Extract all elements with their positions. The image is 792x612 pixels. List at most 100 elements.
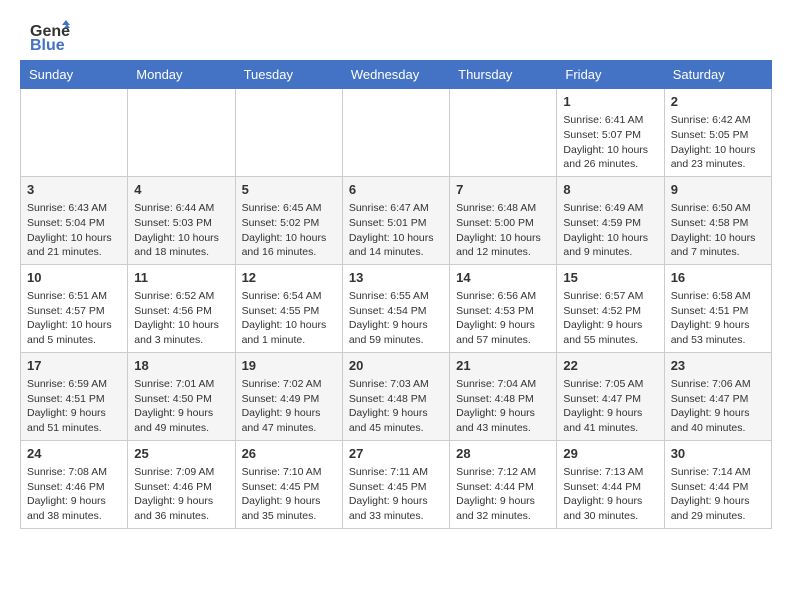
day-info: Daylight: 9 hours and 29 minutes. — [671, 494, 765, 523]
day-info: Daylight: 10 hours and 5 minutes. — [27, 318, 121, 347]
calendar-cell — [21, 89, 128, 177]
calendar-cell: 5 Sunrise: 6:45 AMSunset: 5:02 PMDaylight… — [235, 176, 342, 264]
day-number: 30 — [671, 445, 765, 463]
calendar-cell: 21 Sunrise: 7:04 AMSunset: 4:48 PMDayligh… — [450, 352, 557, 440]
day-info: Daylight: 9 hours and 33 minutes. — [349, 494, 443, 523]
day-info: Daylight: 10 hours and 26 minutes. — [563, 143, 657, 172]
week-row-4: 17Sunrise: 6:59 AMSunset: 4:51 PMDayligh… — [21, 352, 772, 440]
column-header-thursday: Thursday — [450, 61, 557, 89]
page-header: General Blue — [0, 0, 792, 60]
column-header-saturday: Saturday — [664, 61, 771, 89]
day-info: Sunrise: 6:45 AM — [242, 201, 336, 216]
day-info: Sunrise: 6:50 AM — [671, 201, 765, 216]
day-info: Daylight: 10 hours and 12 minutes. — [456, 231, 550, 260]
day-info: Sunset: 4:56 PM — [134, 304, 228, 319]
day-info: Sunset: 4:47 PM — [563, 392, 657, 407]
day-info: Daylight: 9 hours and 51 minutes. — [27, 406, 121, 435]
day-number: 6 — [349, 181, 443, 199]
day-info: Sunrise: 6:55 AM — [349, 289, 443, 304]
day-info: Sunset: 4:44 PM — [671, 480, 765, 495]
calendar-cell: 22Sunrise: 7:05 AMSunset: 4:47 PMDayligh… — [557, 352, 664, 440]
day-info: Sunrise: 6:48 AM — [456, 201, 550, 216]
day-number: 21 — [456, 357, 550, 375]
week-row-5: 24Sunrise: 7:08 AMSunset: 4:46 PMDayligh… — [21, 440, 772, 528]
calendar-cell: 11Sunrise: 6:52 AMSunset: 4:56 PMDayligh… — [128, 264, 235, 352]
day-info: Sunset: 4:59 PM — [563, 216, 657, 231]
calendar-cell: 27Sunrise: 7:11 AMSunset: 4:45 PMDayligh… — [342, 440, 449, 528]
day-info: Sunrise: 7:13 AM — [563, 465, 657, 480]
day-info: Daylight: 10 hours and 16 minutes. — [242, 231, 336, 260]
svg-text:Blue: Blue — [30, 37, 65, 54]
day-number: 29 — [563, 445, 657, 463]
column-header-wednesday: Wednesday — [342, 61, 449, 89]
calendar-cell: 8 Sunrise: 6:49 AMSunset: 4:59 PMDaylight… — [557, 176, 664, 264]
day-number: 25 — [134, 445, 228, 463]
day-info: Sunrise: 6:49 AM — [563, 201, 657, 216]
week-row-3: 10Sunrise: 6:51 AMSunset: 4:57 PMDayligh… — [21, 264, 772, 352]
day-info: Daylight: 10 hours and 9 minutes. — [563, 231, 657, 260]
week-row-1: 1Sunrise: 6:41 AMSunset: 5:07 PMDaylight… — [21, 89, 772, 177]
day-info: Sunset: 4:48 PM — [456, 392, 550, 407]
calendar-cell: 6Sunrise: 6:47 AMSunset: 5:01 PMDaylight… — [342, 176, 449, 264]
day-info: Daylight: 10 hours and 21 minutes. — [27, 231, 121, 260]
day-info: Sunrise: 7:08 AM — [27, 465, 121, 480]
day-info: Daylight: 9 hours and 35 minutes. — [242, 494, 336, 523]
day-info: Sunrise: 6:54 AM — [242, 289, 336, 304]
calendar-cell — [128, 89, 235, 177]
day-number: 7 — [456, 181, 550, 199]
calendar-cell: 17Sunrise: 6:59 AMSunset: 4:51 PMDayligh… — [21, 352, 128, 440]
day-number: 10 — [27, 269, 121, 287]
day-info: Sunrise: 7:04 AM — [456, 377, 550, 392]
day-info: Sunrise: 7:11 AM — [349, 465, 443, 480]
day-info: Daylight: 10 hours and 14 minutes. — [349, 231, 443, 260]
day-number: 22 — [563, 357, 657, 375]
day-number: 3 — [27, 181, 121, 199]
day-number: 18 — [134, 357, 228, 375]
day-info: Sunrise: 7:01 AM — [134, 377, 228, 392]
day-info: Sunrise: 7:05 AM — [563, 377, 657, 392]
day-info: Daylight: 10 hours and 1 minute. — [242, 318, 336, 347]
day-info: Sunrise: 6:42 AM — [671, 113, 765, 128]
calendar-body: 1Sunrise: 6:41 AMSunset: 5:07 PMDaylight… — [21, 89, 772, 529]
calendar-cell — [342, 89, 449, 177]
day-number: 17 — [27, 357, 121, 375]
day-number: 5 — [242, 181, 336, 199]
day-info: Sunset: 5:05 PM — [671, 128, 765, 143]
day-number: 4 — [134, 181, 228, 199]
day-info: Sunrise: 6:44 AM — [134, 201, 228, 216]
day-info: Daylight: 9 hours and 43 minutes. — [456, 406, 550, 435]
column-header-monday: Monday — [128, 61, 235, 89]
column-header-tuesday: Tuesday — [235, 61, 342, 89]
day-info: Sunrise: 7:02 AM — [242, 377, 336, 392]
day-info: Sunset: 4:51 PM — [671, 304, 765, 319]
calendar-cell: 1Sunrise: 6:41 AMSunset: 5:07 PMDaylight… — [557, 89, 664, 177]
day-info: Sunset: 4:58 PM — [671, 216, 765, 231]
day-info: Sunset: 5:02 PM — [242, 216, 336, 231]
day-info: Daylight: 9 hours and 30 minutes. — [563, 494, 657, 523]
day-number: 14 — [456, 269, 550, 287]
day-number: 26 — [242, 445, 336, 463]
logo-icon: General Blue — [30, 20, 70, 50]
calendar-cell: 12Sunrise: 6:54 AMSunset: 4:55 PMDayligh… — [235, 264, 342, 352]
day-info: Sunset: 4:51 PM — [27, 392, 121, 407]
day-number: 2 — [671, 93, 765, 111]
day-number: 28 — [456, 445, 550, 463]
calendar-table: SundayMondayTuesdayWednesdayThursdayFrid… — [20, 60, 772, 529]
day-info: Sunrise: 6:43 AM — [27, 201, 121, 216]
day-info: Sunset: 5:04 PM — [27, 216, 121, 231]
day-number: 8 — [563, 181, 657, 199]
day-number: 23 — [671, 357, 765, 375]
day-info: Daylight: 9 hours and 59 minutes. — [349, 318, 443, 347]
day-info: Daylight: 9 hours and 45 minutes. — [349, 406, 443, 435]
day-info: Sunset: 5:07 PM — [563, 128, 657, 143]
day-number: 19 — [242, 357, 336, 375]
calendar-cell: 4Sunrise: 6:44 AMSunset: 5:03 PMDaylight… — [128, 176, 235, 264]
calendar-cell: 10Sunrise: 6:51 AMSunset: 4:57 PMDayligh… — [21, 264, 128, 352]
day-info: Sunrise: 7:14 AM — [671, 465, 765, 480]
day-number: 13 — [349, 269, 443, 287]
calendar-cell: 25Sunrise: 7:09 AMSunset: 4:46 PMDayligh… — [128, 440, 235, 528]
calendar-cell: 3 Sunrise: 6:43 AMSunset: 5:04 PMDaylight… — [21, 176, 128, 264]
day-info: Sunrise: 7:06 AM — [671, 377, 765, 392]
day-number: 11 — [134, 269, 228, 287]
day-info: Daylight: 10 hours and 18 minutes. — [134, 231, 228, 260]
